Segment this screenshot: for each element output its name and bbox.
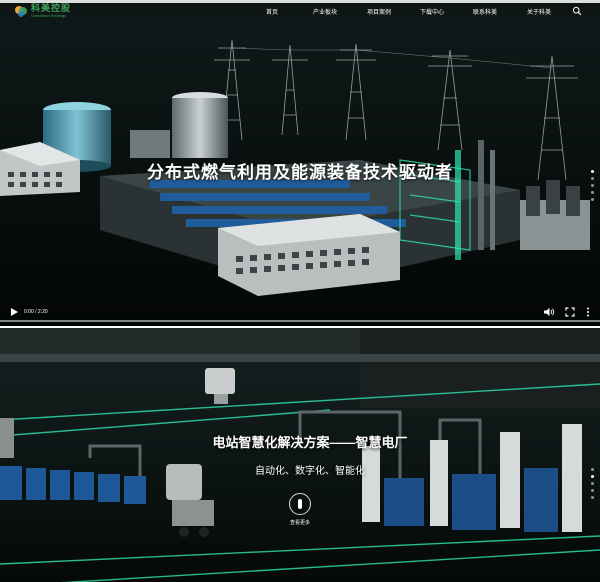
slide-dot[interactable] <box>591 177 594 180</box>
page: 分布式燃气利用及能源装备技术驱动者 0:00 / 2:20 科美控股 Comet… <box>0 0 600 582</box>
nav-downloads[interactable]: 下载中心 <box>420 7 444 16</box>
main-nav: 首页 产业板块 项目案例 下载中心 联系科美 关于科美 <box>0 7 600 19</box>
section-slide-dots <box>591 468 597 503</box>
video-time: 0:00 / 2:20 <box>24 309 48 315</box>
hero-slide-dots <box>591 170 597 205</box>
smart-plant-scene <box>0 328 600 582</box>
slide-dot[interactable] <box>591 482 594 485</box>
slide-dot[interactable] <box>591 198 594 201</box>
slide-dot[interactable] <box>591 489 594 492</box>
video-progress-bar[interactable] <box>0 320 600 322</box>
view-more-button[interactable] <box>289 493 311 515</box>
slide-dot[interactable] <box>591 468 594 471</box>
hero-video[interactable]: 分布式燃气利用及能源装备技术驱动者 0:00 / 2:20 <box>0 0 600 326</box>
hero-title: 分布式燃气利用及能源装备技术驱动者 <box>147 163 453 182</box>
nav-home[interactable]: 首页 <box>266 7 278 16</box>
search-icon[interactable] <box>572 6 582 16</box>
site-header: 科美控股 Comethod Holdings 首页 产业板块 项目案例 下载中心… <box>0 0 600 22</box>
section-title: 电站智慧化解决方案——智慧电厂 <box>212 435 408 450</box>
volume-icon[interactable] <box>543 306 555 318</box>
slide-dot[interactable] <box>591 475 594 478</box>
smart-plant-section: 电站智慧化解决方案——智慧电厂 自动化、数字化、智能化 查看更多 <box>0 326 600 582</box>
slide-dot[interactable] <box>591 191 594 194</box>
play-icon[interactable] <box>8 306 20 318</box>
slide-dot[interactable] <box>591 496 594 499</box>
more-options-icon[interactable] <box>584 306 592 318</box>
scroll-mouse-icon <box>298 499 302 509</box>
slide-dot[interactable] <box>591 184 594 187</box>
fullscreen-icon[interactable] <box>564 306 576 318</box>
nav-projects[interactable]: 项目案例 <box>367 7 391 16</box>
nav-about[interactable]: 关于科美 <box>527 7 551 16</box>
view-more-label[interactable]: 查看更多 <box>275 519 325 526</box>
nav-contact[interactable]: 联系科美 <box>473 7 497 16</box>
slide-dot[interactable] <box>591 170 594 173</box>
section-subtitle: 自动化、数字化、智能化 <box>255 466 365 477</box>
nav-industry[interactable]: 产业板块 <box>313 7 337 16</box>
